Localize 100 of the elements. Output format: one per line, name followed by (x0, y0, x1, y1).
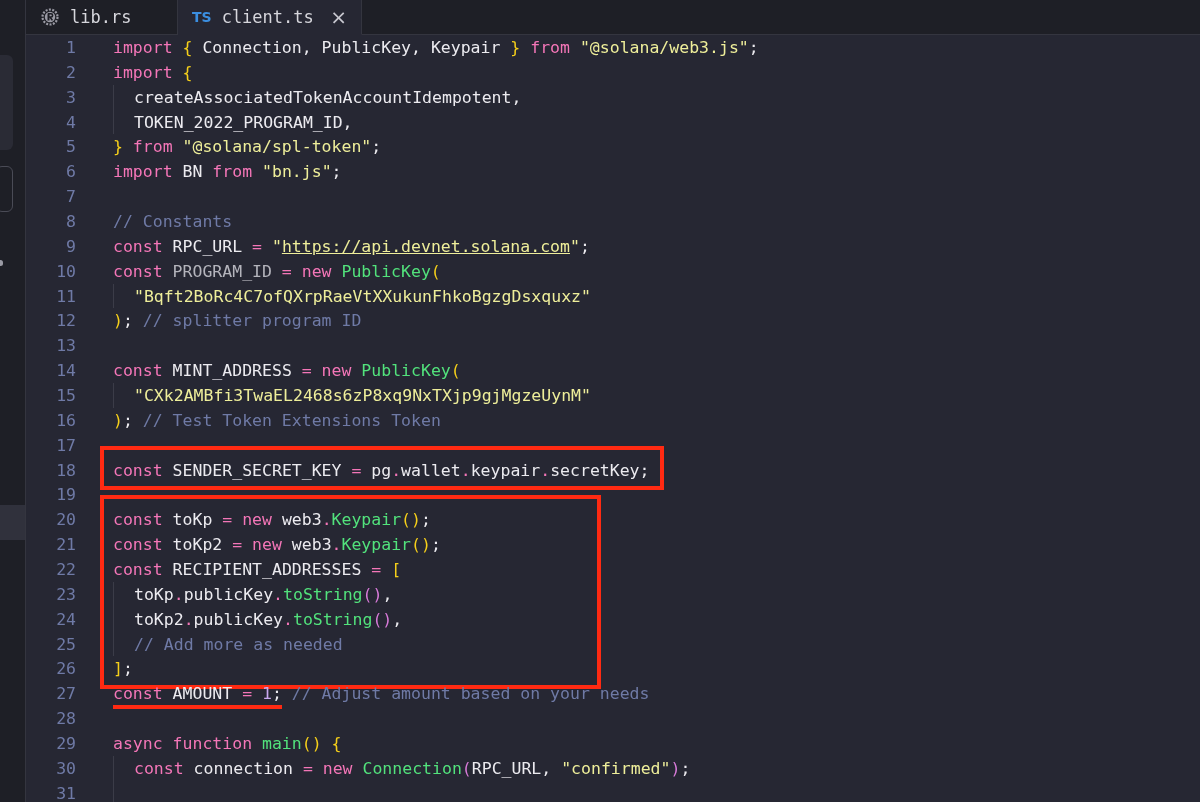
line-number: 7 (65, 187, 76, 207)
line-number: 21 (55, 535, 76, 555)
code-token: ; (579, 236, 590, 256)
operator-token: . (283, 609, 293, 629)
string-token: " (270, 236, 282, 256)
keyword-token: from (212, 162, 253, 182)
operator-token: = (371, 559, 382, 579)
line-number: 9 (65, 236, 76, 256)
code-token: web3 (290, 535, 332, 555)
operator-token: . (183, 609, 194, 629)
keyword-token: import (113, 162, 173, 182)
keyword-token: import (113, 37, 173, 57)
code-comment: // Adjust amount based on your needs (290, 684, 650, 704)
line-number: 22 (55, 559, 76, 579)
bracket-token: ( (430, 261, 441, 281)
code-token: ; (748, 37, 759, 57)
line-number: 25 (55, 634, 76, 654)
code-token: web3 (280, 510, 322, 530)
line-number: 11 (55, 286, 76, 306)
function-token: Keypair (341, 535, 412, 555)
keyword-token: async (113, 734, 163, 753)
code-token: Connection, PublicKey, Keypair (201, 37, 502, 57)
line-number: 15 (55, 385, 76, 405)
keyword-token: const (113, 510, 163, 530)
code-token: RECIPIENT_ADDRESSES (171, 559, 363, 579)
gear-icon (40, 7, 60, 27)
url-link[interactable]: https://api.devnet.solana.com (281, 236, 570, 256)
operator-token: = (301, 361, 312, 381)
line-number: 30 (55, 758, 76, 778)
string-token: "confirmed" (561, 758, 671, 778)
string-token: "CXk2AMBfi3TwaEL2468s6zP8xq9NxTXjp9gjMgzeUynM" (134, 385, 591, 405)
function-token: toString (292, 609, 373, 629)
code-token: publicKey (193, 609, 283, 629)
line-number: 16 (55, 410, 76, 430)
keyword-token: new (320, 361, 352, 381)
keyword-token: import (113, 62, 173, 82)
operator-token: = (252, 236, 262, 256)
string-token: "@solana/spl-token" (181, 137, 372, 157)
operator-token: . (273, 584, 284, 604)
line-number: 24 (55, 609, 76, 629)
line-number: 4 (65, 112, 76, 132)
code-token: ; (680, 758, 691, 778)
keyword-token: const (113, 559, 163, 579)
code-token: toKp2 (171, 535, 224, 555)
paren-token: ) (670, 758, 681, 778)
line-number: 27 (55, 684, 76, 704)
tab-label: lib.rs (70, 7, 132, 27)
code-token: RPC_URL, (471, 758, 553, 778)
line-number: 3 (65, 87, 76, 107)
keyword-token: new (321, 758, 353, 778)
operator-token: . (540, 460, 551, 480)
line-number: 28 (55, 709, 76, 729)
code-token: wallet (401, 460, 461, 480)
code-token: ; (122, 659, 133, 679)
code-token: MINT_ADDRESS (171, 361, 293, 381)
code-token: publicKey (183, 584, 274, 604)
bracket-token: () (411, 535, 431, 555)
line-number: 29 (55, 734, 76, 753)
bracket-token: ) (113, 410, 123, 430)
code-comment: // Test Token Extensions Token (141, 410, 441, 430)
editor-tab[interactable]: lib.rs (26, 0, 178, 35)
code-token: ; (122, 410, 133, 430)
bracket-token: ] (113, 659, 123, 679)
code-token: toKp (171, 510, 214, 530)
operator-token: = (232, 535, 243, 555)
line-number: 31 (55, 783, 76, 802)
editor-tab[interactable]: TS client.ts × (178, 0, 362, 35)
typescript-icon: TS (192, 9, 212, 25)
line-number: 12 (55, 311, 76, 331)
keyword-token: const (113, 261, 163, 281)
function-token: PublicKey (360, 361, 451, 381)
bracket-token: { (330, 734, 342, 753)
code-token: keypair (470, 460, 541, 480)
line-number: 14 (55, 361, 76, 381)
keyword-token: from (529, 37, 570, 57)
keyword-token: const (113, 361, 163, 381)
keyword-token: from (131, 137, 173, 157)
keyword-token: new (300, 261, 332, 281)
code-comment: // Constants (113, 211, 233, 231)
code-token: RPC_URL (171, 236, 244, 256)
code-token: ; (271, 684, 282, 710)
bracket-token: () (401, 510, 421, 530)
keyword-token: const (113, 236, 163, 256)
operator-token: . (321, 510, 332, 530)
code-token: toKp (134, 584, 174, 604)
code-token: connection (192, 758, 294, 778)
operator-token: . (173, 584, 184, 604)
function-token: PublicKey (340, 261, 431, 281)
code-token: ; (122, 311, 133, 331)
operator-token: . (460, 460, 471, 480)
bracket-token: ) (113, 311, 123, 331)
line-number: 17 (55, 435, 76, 455)
close-icon[interactable]: × (330, 5, 347, 29)
string-token: "bn.js" (261, 162, 332, 182)
code-comment: // splitter program ID (141, 311, 362, 331)
operator-token: = (302, 758, 313, 778)
operator-token: = (242, 684, 253, 710)
function-token: main (261, 734, 302, 753)
code-comment: // Add more as needed (134, 634, 343, 654)
code-token: ; (371, 137, 382, 157)
